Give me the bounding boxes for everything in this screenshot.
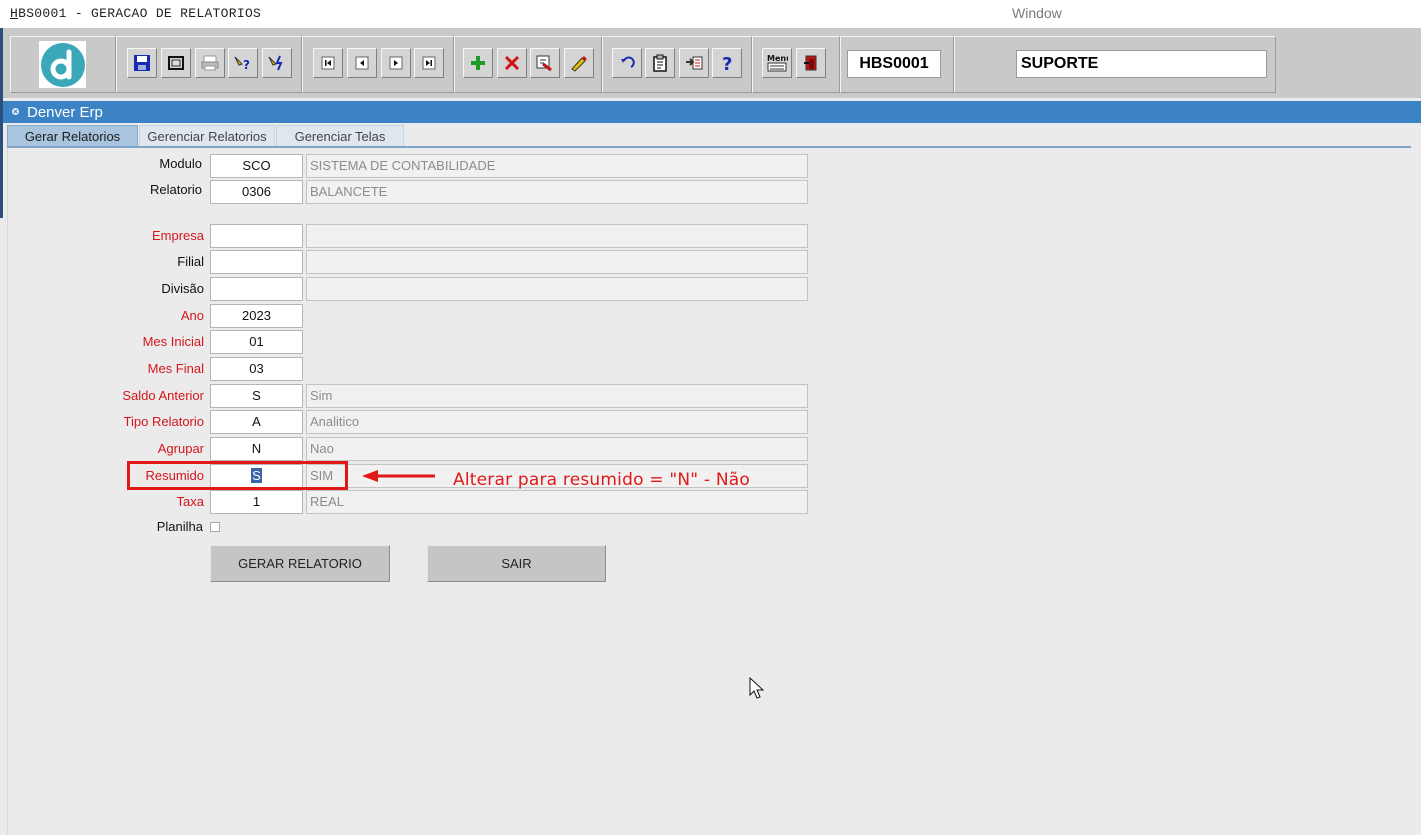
annotation-text: Alterar para resumido = "N" - Não xyxy=(453,470,750,490)
label-planilha: Planilha xyxy=(156,519,203,534)
taxa-input[interactable]: 1 xyxy=(210,490,303,514)
sair-button[interactable]: SAIR xyxy=(427,545,606,582)
taxa-desc-field: REAL xyxy=(306,490,808,514)
tipo-relatorio-input[interactable]: A xyxy=(210,410,303,434)
label-divisao: Divisão xyxy=(161,281,204,296)
clipboard-icon[interactable] xyxy=(645,48,675,78)
save-icon[interactable] xyxy=(127,48,157,78)
tipo-relatorio-desc-field: Analitico xyxy=(306,410,808,434)
execute-query-icon[interactable] xyxy=(262,48,292,78)
modulo-desc-field: SISTEMA DE CONTABILIDADE xyxy=(306,154,808,178)
label-relatorio: Relatorio xyxy=(149,182,202,197)
first-record-icon[interactable] xyxy=(313,48,343,78)
frame-title: Denver Erp xyxy=(27,104,103,121)
window-title: HBS0001 - GERACAO DE RELATORIOS xyxy=(10,6,262,21)
edit-record-icon[interactable] xyxy=(530,48,560,78)
empresa-code-input[interactable] xyxy=(210,224,303,248)
saldo-anterior-desc-field: Sim xyxy=(306,384,808,408)
label-tipo-relatorio: Tipo Relatorio xyxy=(123,414,204,429)
gerar-relatorio-button[interactable]: GERAR RELATORIO xyxy=(210,545,390,582)
form-code-field: HBS0001 xyxy=(847,50,941,78)
label-filial: Filial xyxy=(177,254,204,269)
label-modulo: Modulo xyxy=(159,156,202,171)
query-icon[interactable]: ? xyxy=(228,48,258,78)
clear-icon[interactable] xyxy=(564,48,594,78)
svg-text:?: ? xyxy=(243,58,250,72)
divisao-code-input[interactable] xyxy=(210,277,303,301)
agrupar-input[interactable]: N xyxy=(210,437,303,461)
window-menu[interactable]: Window xyxy=(1012,5,1062,21)
label-empresa: Empresa xyxy=(151,228,204,243)
user-field: SUPORTE xyxy=(1016,50,1267,78)
empresa-desc-field xyxy=(306,224,808,248)
agrupar-desc-field: Nao xyxy=(306,437,808,461)
title-bar: HBS0001 - GERACAO DE RELATORIOS Window xyxy=(0,0,1421,28)
label-taxa: Taxa xyxy=(176,494,204,509)
annotation-arrow-icon xyxy=(362,470,435,482)
label-mes-inicial: Mes Inicial xyxy=(142,334,204,349)
svg-text:?: ? xyxy=(722,54,732,72)
delete-record-icon[interactable] xyxy=(497,48,527,78)
next-record-icon[interactable] xyxy=(381,48,411,78)
saldo-anterior-input[interactable]: S xyxy=(210,384,303,408)
last-record-icon[interactable] xyxy=(414,48,444,78)
ano-input[interactable]: 2023 xyxy=(210,304,303,328)
tab-gerar-relatorios[interactable]: Gerar Relatorios xyxy=(7,125,138,147)
label-agrupar: Agrupar xyxy=(157,441,204,456)
annotation-highlight-box xyxy=(127,461,348,490)
relatorio-code-input[interactable]: 0306 xyxy=(210,180,303,204)
label-ano: Ano xyxy=(180,308,204,323)
filial-desc-field xyxy=(306,250,808,274)
frame-header: Denver Erp xyxy=(3,101,1421,123)
exit-icon[interactable] xyxy=(796,48,826,78)
collapse-icon[interactable] xyxy=(11,107,20,116)
svg-text:Menu: Menu xyxy=(767,54,788,63)
label-mes-final: Mes Final xyxy=(147,361,204,376)
label-saldo-anterior: Saldo Anterior xyxy=(122,388,204,403)
print-icon[interactable] xyxy=(195,48,225,78)
tab-gerenciar-relatorios[interactable]: Gerenciar Relatorios xyxy=(139,125,275,147)
mouse-cursor-icon xyxy=(749,677,765,699)
help-icon[interactable]: ? xyxy=(712,48,742,78)
app-logo-icon xyxy=(39,41,86,88)
tab-gerenciar-telas[interactable]: Gerenciar Telas xyxy=(276,125,404,147)
mes-inicial-input[interactable]: 01 xyxy=(210,330,303,354)
window-icon[interactable] xyxy=(161,48,191,78)
menu-icon[interactable]: Menu xyxy=(762,48,792,78)
divisao-desc-field xyxy=(306,277,808,301)
undo-icon[interactable] xyxy=(612,48,642,78)
previous-record-icon[interactable] xyxy=(347,48,377,78)
relatorio-desc-field: BALANCETE xyxy=(306,180,808,204)
lov-icon[interactable] xyxy=(679,48,709,78)
insert-record-icon[interactable] xyxy=(463,48,493,78)
mes-final-input[interactable]: 03 xyxy=(210,357,303,381)
planilha-checkbox[interactable] xyxy=(210,522,220,532)
filial-code-input[interactable] xyxy=(210,250,303,274)
modulo-code-input[interactable]: SCO xyxy=(210,154,303,178)
